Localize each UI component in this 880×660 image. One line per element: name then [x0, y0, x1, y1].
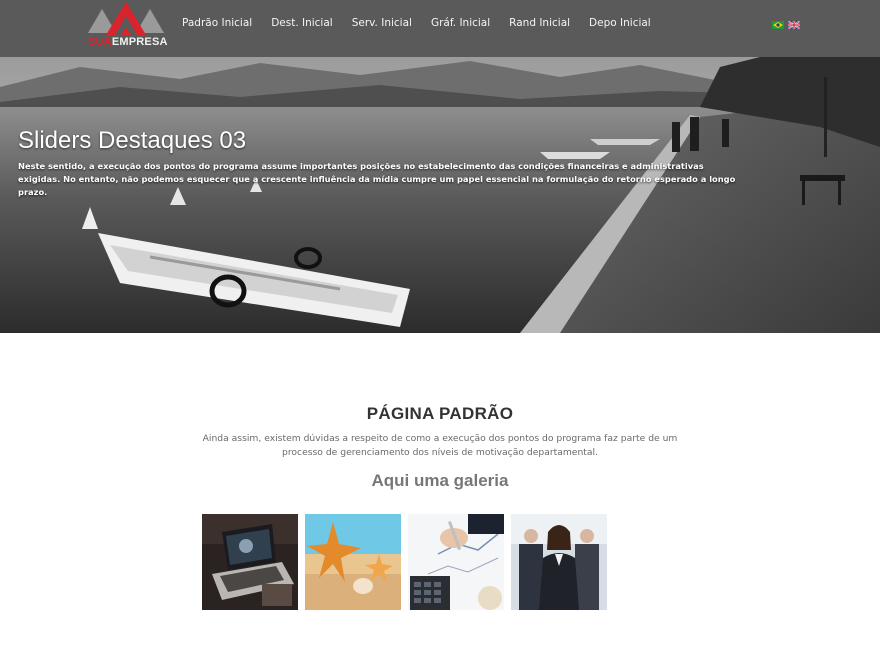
hero-slider[interactable]: Sliders Destaques 03 Neste sentido, a ex… — [0, 57, 880, 333]
gallery-item-team[interactable] — [511, 514, 607, 610]
logo-text[interactable]: SUAEMPRESA — [88, 36, 168, 48]
gallery-title: Aqui uma galeria — [371, 471, 509, 490]
logo-plain-text: EMPRESA — [111, 36, 168, 48]
business-team-photo — [511, 514, 607, 610]
image-gallery — [202, 514, 607, 610]
starfish-beach-photo — [305, 514, 401, 610]
logo-accent-text: SUA — [88, 36, 112, 48]
nav-item-graf-inicial[interactable]: Gráf. Inicial — [431, 17, 490, 29]
page-description: Ainda assim, existem dúvidas a respeito … — [202, 433, 678, 458]
laptop-photo — [202, 514, 298, 610]
brazil-flag-icon[interactable] — [772, 21, 784, 29]
hand-calculator-photo — [408, 514, 504, 610]
nav-item-dest-inicial[interactable]: Dest. Inicial — [271, 17, 333, 29]
site-header: SUAEMPRESA Padrão Inicial Dest. Inicial … — [0, 0, 880, 57]
main-nav: Padrão Inicial Dest. Inicial Serv. Inici… — [182, 17, 670, 29]
nav-item-padrao-inicial[interactable]: Padrão Inicial — [182, 17, 252, 29]
gallery-item-laptop[interactable] — [202, 514, 298, 610]
slide-description: Neste sentido, a execução dos pontos do … — [18, 161, 736, 197]
uk-flag-icon[interactable] — [788, 21, 800, 29]
slide-title: Sliders Destaques 03 — [18, 127, 247, 154]
nav-item-serv-inicial[interactable]: Serv. Inicial — [352, 17, 412, 29]
nav-item-rand-inicial[interactable]: Rand Inicial — [509, 17, 570, 29]
language-switcher — [772, 21, 800, 29]
nav-item-depo-inicial[interactable]: Depo Inicial — [589, 17, 651, 29]
gallery-item-calculator[interactable] — [408, 514, 504, 610]
gallery-item-starfish[interactable] — [305, 514, 401, 610]
page-title: PÁGINA PADRÃO — [366, 404, 514, 423]
